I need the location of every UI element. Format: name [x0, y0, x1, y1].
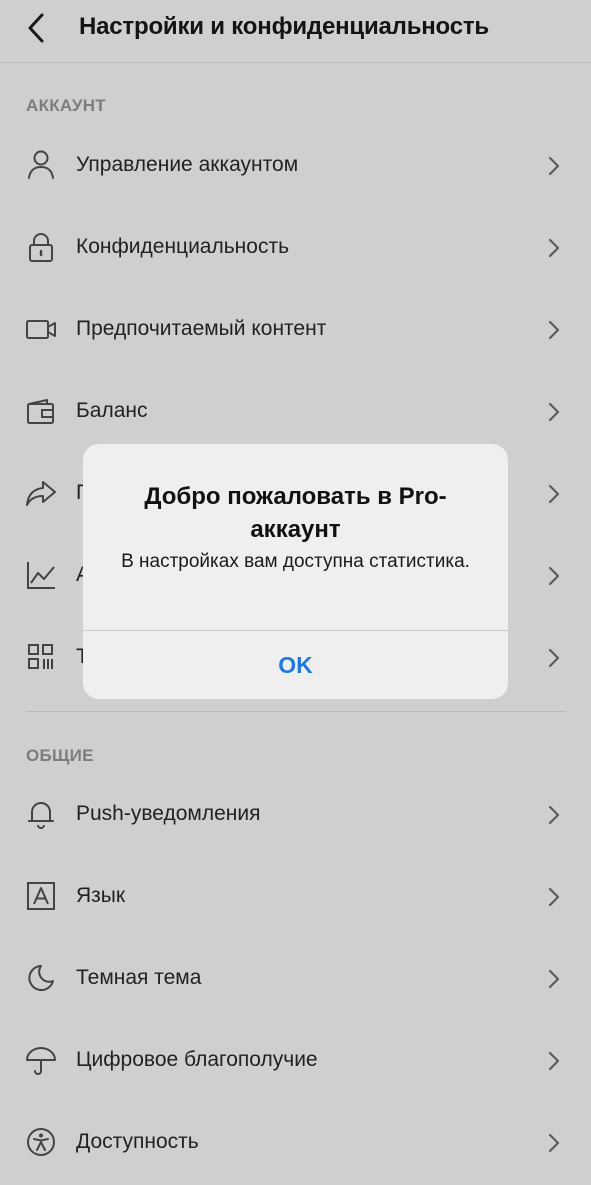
person-icon [28, 150, 54, 179]
language-icon [27, 882, 55, 910]
video-camera-icon [26, 320, 56, 339]
back-arrow-icon[interactable] [22, 12, 52, 44]
analytics-icon [27, 562, 55, 589]
chevron-right-icon [548, 320, 560, 340]
wallet-icon [27, 399, 54, 424]
section-title-general: ОБЩИЕ [26, 746, 94, 765]
share-icon [26, 481, 56, 506]
settings-item-label: Язык [76, 884, 126, 907]
page-title: Настройки и конфиденциальность [79, 13, 489, 40]
settings-item-privacy[interactable]: Конфиденциальность [0, 208, 591, 290]
settings-item-label: Цифровое благополучие [76, 1048, 318, 1071]
welcome-alert-dialog: Добро пожаловать в Pro-аккаунт В настрой… [83, 444, 508, 699]
bell-icon [28, 802, 54, 829]
settings-item-digital-wellbeing[interactable]: Цифровое благополучие [0, 1021, 591, 1103]
chevron-right-icon [548, 969, 560, 989]
chevron-right-icon [548, 156, 560, 176]
chevron-right-icon [548, 887, 560, 907]
settings-item-label: Доступность [76, 1130, 199, 1153]
settings-item-manage-account[interactable]: Управление аккаунтом [0, 126, 591, 208]
accessibility-icon [27, 1128, 55, 1156]
chevron-right-icon [548, 566, 560, 586]
settings-item-label: Баланс [76, 399, 148, 422]
chevron-right-icon [548, 238, 560, 258]
section-divider [26, 711, 566, 712]
settings-item-accessibility[interactable]: Доступность [0, 1103, 591, 1185]
alert-title: Добро пожаловать в Pro-аккаунт [144, 483, 447, 543]
settings-item-content-preferences[interactable]: Предпочитаемый контент [0, 290, 591, 372]
section-title-account: АККАУНТ [26, 96, 106, 115]
ok-button[interactable]: OK [83, 631, 508, 699]
settings-item-label: Push-уведомления [76, 802, 261, 825]
umbrella-icon [26, 1047, 56, 1075]
settings-item-balance[interactable]: Баланс [0, 372, 591, 454]
qr-code-icon [28, 644, 53, 669]
alert-message: В настройках вам доступна статистика. [121, 551, 470, 572]
chevron-right-icon [548, 1133, 560, 1153]
chevron-right-icon [548, 402, 560, 422]
chevron-right-icon [548, 805, 560, 825]
settings-item-label: Предпочитаемый контент [76, 317, 327, 340]
settings-item-label: Темная тема [76, 966, 202, 989]
moon-icon [28, 965, 54, 991]
settings-item-language[interactable]: Язык [0, 857, 591, 939]
settings-item-push-notifications[interactable]: Push-уведомления [0, 775, 591, 857]
header: Настройки и конфиденциальность [0, 0, 591, 63]
chevron-right-icon [548, 484, 560, 504]
settings-item-dark-mode[interactable]: Темная тема [0, 939, 591, 1021]
settings-item-label: Конфиденциальность [76, 235, 290, 258]
chevron-right-icon [548, 648, 560, 668]
lock-icon [29, 233, 53, 262]
settings-item-label: Управление аккаунтом [76, 153, 299, 176]
chevron-right-icon [548, 1051, 560, 1071]
